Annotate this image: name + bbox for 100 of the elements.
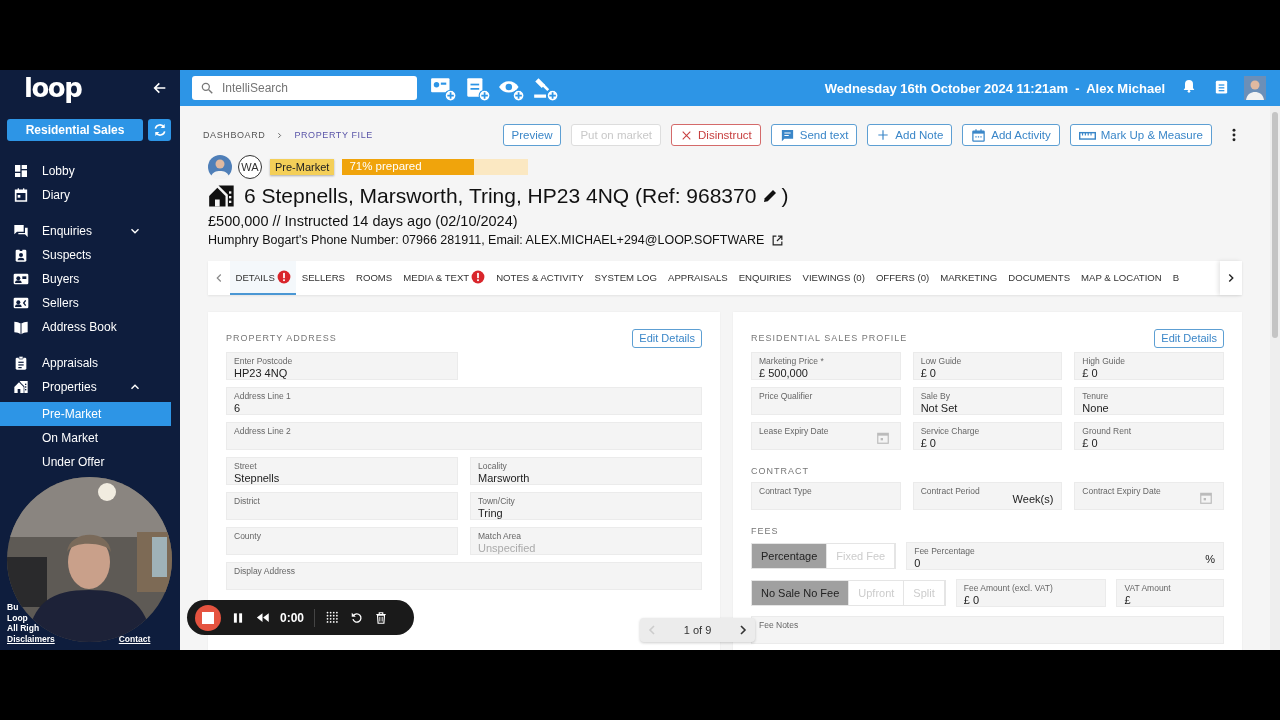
form-field[interactable]: Match Area Unspecified <box>470 527 702 555</box>
form-field[interactable]: Fee Amount (excl. VAT) £ 0 <box>955 579 1107 607</box>
toggle-option[interactable]: Percentage <box>752 544 828 568</box>
tab[interactable]: OFFERS (0) <box>870 261 935 295</box>
input-field[interactable]: Unspecified <box>478 541 694 554</box>
input-field[interactable]: £ 0 <box>920 366 1055 379</box>
unit-label: % <box>1205 553 1215 565</box>
form-field[interactable]: Display Address <box>226 562 702 590</box>
back-button[interactable] <box>152 80 168 96</box>
form-field[interactable]: Address Line 1 6 <box>226 387 702 415</box>
nav-item[interactable]: Address Book <box>0 315 171 339</box>
breadcrumb-link[interactable]: PROPERTY FILE <box>294 130 373 140</box>
user-avatar[interactable] <box>1244 76 1266 100</box>
form-field[interactable]: High Guide £ 0 <box>1074 352 1224 380</box>
refresh-button[interactable] <box>148 119 171 141</box>
edit-details-button[interactable]: Edit Details <box>1154 328 1224 348</box>
nav-item[interactable]: Lobby <box>0 159 171 183</box>
tab[interactable]: ENQUIRIES <box>733 261 797 295</box>
breadcrumb-link[interactable]: DASHBOARD <box>203 130 266 140</box>
form-field[interactable]: Contract Expiry Date <box>1074 482 1224 510</box>
form-field[interactable]: Lease Expiry Date <box>751 422 901 450</box>
input-field[interactable]: £ 500,000 <box>759 366 893 379</box>
input-field[interactable]: Marsworth <box>478 471 694 484</box>
nav-item[interactable]: Buyers <box>0 267 171 291</box>
tab[interactable]: DETAILS <box>230 261 297 295</box>
tab[interactable]: MARKETING <box>934 261 1003 295</box>
form-field[interactable]: County <box>226 527 458 555</box>
input-field[interactable]: 6 <box>234 401 694 414</box>
action-button[interactable]: Send text <box>770 124 858 146</box>
form-field[interactable]: Street Stepnells <box>226 457 458 485</box>
form-field[interactable]: Fee Percentage 0 % <box>906 542 1224 570</box>
form-field[interactable]: Town/City Tring <box>470 492 702 520</box>
form-field[interactable]: District <box>226 492 458 520</box>
action-button[interactable]: Disinstruct <box>671 124 761 146</box>
input-field[interactable]: £ <box>1124 593 1216 606</box>
input-field[interactable]: £ 0 <box>920 436 1055 449</box>
input-field[interactable]: £ 0 <box>1082 436 1216 449</box>
action-button[interactable]: Preview <box>502 124 562 146</box>
form-field[interactable]: Ground Rent £ 0 <box>1074 422 1224 450</box>
rewind-button[interactable] <box>255 610 270 625</box>
tab[interactable]: MAP & LOCATION <box>1075 261 1168 295</box>
input-field[interactable]: HP23 4NQ <box>234 366 450 379</box>
nav-item[interactable]: Enquiries <box>0 219 171 243</box>
form-field[interactable]: Tenure None <box>1074 387 1224 415</box>
tab[interactable]: ROOMS <box>350 261 398 295</box>
action-button[interactable]: Mark Up & Measure <box>1069 124 1212 146</box>
field-label: County <box>234 531 262 541</box>
form-field[interactable]: Price Qualifier <box>751 387 901 415</box>
scrollbar[interactable] <box>1270 106 1280 650</box>
footer-link[interactable]: Contact <box>118 633 151 644</box>
tab[interactable]: DOCUMENTS <box>1002 261 1076 295</box>
tab[interactable]: MEDIA & TEXT <box>397 261 491 295</box>
stop-button[interactable] <box>195 604 221 631</box>
input-field[interactable]: Tring <box>478 506 694 519</box>
form-field[interactable]: Enter Postcode HP23 4NQ <box>226 352 458 380</box>
form-field[interactable]: Low Guide £ 0 <box>912 352 1063 380</box>
grid-button[interactable] <box>325 610 341 625</box>
search-bar[interactable]: IntelliSearch <box>192 76 417 100</box>
edit-details-button[interactable]: Edit Details <box>632 328 702 348</box>
tab[interactable]: SELLERS <box>296 261 351 295</box>
nav-item[interactable]: Appraisals <box>0 351 171 375</box>
field-label: Contract Period <box>920 486 981 496</box>
input-field[interactable]: £ 0 <box>963 593 1099 606</box>
nav-item[interactable]: Under Offer <box>0 450 171 474</box>
pause-button[interactable] <box>231 610 245 625</box>
form-field[interactable]: VAT Amount £ <box>1116 579 1224 607</box>
tab[interactable]: VIEWINGS (0) <box>797 261 871 295</box>
input-field[interactable]: None <box>1082 401 1216 414</box>
field-label: Display Address <box>234 566 296 576</box>
nav-item[interactable]: Diary <box>0 183 171 207</box>
nav-item[interactable]: On Market <box>0 426 171 450</box>
form-field[interactable]: Marketing Price * £ 500,000 <box>751 352 901 380</box>
badge-icon <box>13 247 29 263</box>
open-link-button[interactable] <box>771 233 785 247</box>
form-field[interactable]: Sale By Not Set <box>912 387 1063 415</box>
nav-item[interactable]: Sellers <box>0 291 171 315</box>
action-button[interactable]: Add Note <box>867 124 953 146</box>
field-label: Service Charge <box>920 426 981 436</box>
form-field[interactable]: Address Line 2 <box>226 422 702 450</box>
nav-item[interactable]: Suspects <box>0 243 171 267</box>
form-field[interactable]: Locality Marsworth <box>470 457 702 485</box>
tab[interactable]: B <box>1167 261 1185 295</box>
tab[interactable]: APPRAISALS <box>662 261 734 295</box>
section-heading: CONTRACT <box>751 466 810 476</box>
recording-time: 0:00 <box>280 610 305 625</box>
form-field[interactable]: Contract Period Week(s) <box>912 482 1063 510</box>
input-field[interactable]: Not Set <box>920 401 1055 414</box>
form-field[interactable]: Service Charge £ 0 <box>912 422 1063 450</box>
action-button[interactable]: Add Activity <box>962 124 1060 146</box>
form-field[interactable]: Contract Type <box>751 482 901 510</box>
tab[interactable]: NOTES & ACTIVITY <box>490 261 590 295</box>
footer-link[interactable]: Disclaimers <box>7 633 55 644</box>
form-field[interactable]: Fee Notes <box>751 616 1224 644</box>
input-field[interactable]: Stepnells <box>234 471 450 484</box>
delete-button[interactable] <box>374 610 389 625</box>
tab[interactable]: SYSTEM LOG <box>589 261 663 295</box>
nav-item[interactable]: Properties <box>0 375 171 399</box>
toggle-option[interactable]: No Sale No Fee <box>752 581 850 605</box>
message-icon <box>779 127 795 143</box>
input-field[interactable]: £ 0 <box>1082 366 1216 379</box>
